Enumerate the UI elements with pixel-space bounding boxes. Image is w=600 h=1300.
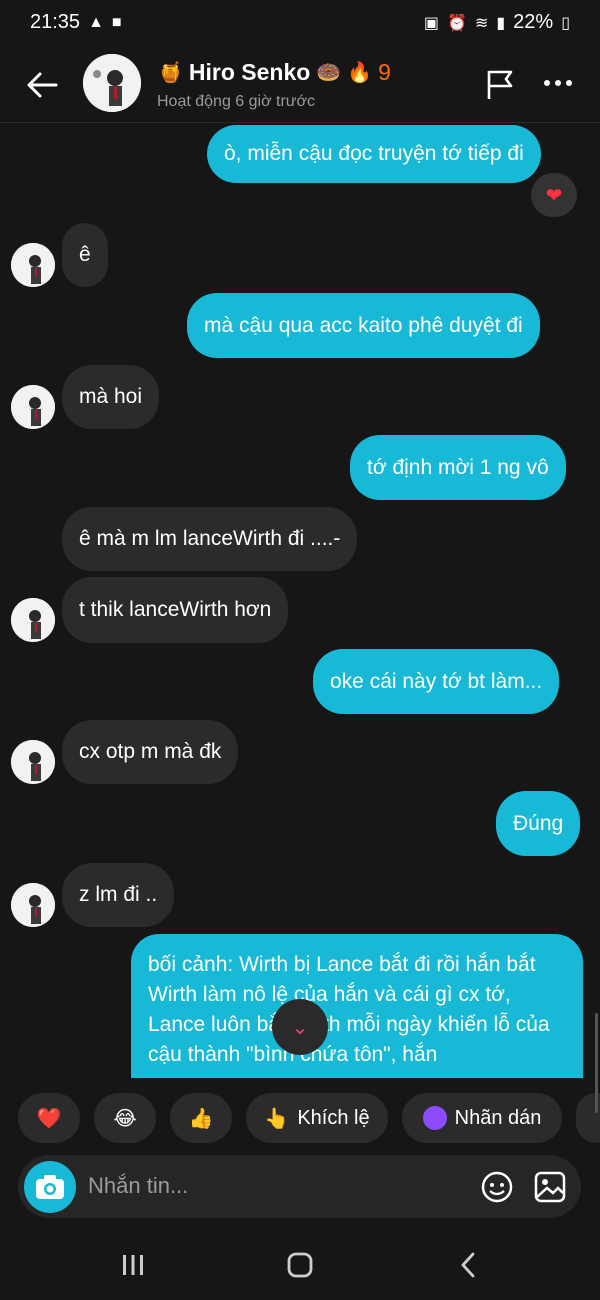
message-outgoing[interactable]: oke cái này tớ bt làm... [313, 649, 560, 714]
camera-button[interactable] [24, 1161, 76, 1213]
sticker-label: Nhãn dán [454, 1106, 542, 1129]
avatar[interactable] [11, 243, 55, 287]
message-outgoing[interactable]: Đúng [496, 791, 581, 856]
scroll-to-bottom-button[interactable]: ⌄ [272, 999, 328, 1055]
contact-avatar[interactable] [83, 54, 141, 112]
avatar[interactable] [11, 740, 55, 784]
message-outgoing[interactable]: tớ định mời 1 ng vô [350, 435, 566, 500]
thumbs-up-quick-reply[interactable]: 👍 [170, 1093, 232, 1143]
heart-quick-reply[interactable]: ❤️ [18, 1093, 80, 1143]
home-icon[interactable] [287, 1252, 313, 1278]
android-nav-bar [0, 1230, 600, 1300]
sticker-face-icon[interactable] [480, 1170, 514, 1204]
message-composer: Nhắn tin... [18, 1155, 581, 1218]
active-status: Hoạt động 6 giờ trước [157, 93, 315, 110]
streak-count: 9 [378, 59, 391, 85]
message-incoming[interactable]: ê mà m lm lanceWirth đi ....- [62, 507, 358, 571]
alarm-icon: ⏰ [447, 14, 467, 32]
sticker-icon [422, 1106, 447, 1130]
thumbs-up-emoji: 👍 [188, 1107, 214, 1130]
message-incoming[interactable]: mà hoi [62, 365, 160, 429]
sticker-button[interactable]: Nhãn dán [402, 1093, 562, 1143]
back-arrow-icon[interactable] [22, 65, 62, 105]
recent-apps-icon[interactable] [120, 1252, 146, 1278]
status-time: 21:35 [30, 11, 81, 33]
battery-percent: 22% [513, 11, 554, 33]
pointing-hand-emoji: 👆 [264, 1107, 290, 1130]
message-incoming[interactable]: ê [62, 223, 108, 287]
donut-emoji: 🍩 [316, 62, 342, 84]
laugh-emoji: 😂 [113, 1107, 137, 1130]
encourage-label: Khích lệ [297, 1106, 370, 1129]
message-incoming[interactable]: z lm đi .. [62, 863, 175, 927]
encourage-button[interactable]: 👆 Khích lệ [246, 1093, 388, 1143]
message-incoming[interactable]: cx otp m mà đk [62, 720, 239, 784]
battery-icon: ▯ [561, 14, 570, 32]
chat-header: 🍯 Hiro Senko 🍩 🔥 9 Hoạt động 6 giờ trước [0, 45, 600, 123]
contact-name-text: Hiro Senko [188, 59, 311, 85]
camera-icon [36, 1175, 64, 1199]
heart-emoji: ❤️ [36, 1107, 62, 1130]
signal-icon: ▮ [496, 14, 506, 32]
wifi-icon: ≋ [474, 14, 489, 32]
warning-icon: ▲ [88, 13, 104, 31]
video-icon: ■ [111, 13, 122, 31]
message-list[interactable]: ò, miễn cậu đọc truyện tớ tiếp đi ❤ ê mà… [0, 123, 600, 1078]
quick-reply-bar: ❤️ 😂 👍 👆 Khích lệ Nhãn dán [0, 1093, 600, 1145]
laugh-quick-reply[interactable]: 😂 [94, 1093, 156, 1143]
back-nav-icon[interactable] [456, 1252, 482, 1278]
message-input[interactable]: Nhắn tin... [88, 1173, 188, 1199]
honey-emoji: 🍯 [158, 62, 183, 84]
contact-name[interactable]: 🍯 Hiro Senko 🍩 🔥 9 [158, 59, 391, 86]
more-options-icon[interactable] [544, 80, 572, 86]
heart-reaction[interactable]: ❤ [531, 173, 577, 217]
fire-icon: 🔥 [347, 62, 373, 84]
scrollbar[interactable] [595, 1013, 598, 1113]
lock-icon: ▣ [423, 14, 440, 32]
message-outgoing[interactable]: mà cậu qua acc kaito phê duyệt đi [187, 293, 540, 358]
gallery-icon[interactable] [533, 1170, 567, 1204]
chevron-down-icon: ⌄ [291, 1016, 309, 1039]
avatar[interactable] [11, 598, 55, 642]
message-outgoing[interactable]: ò, miễn cậu đọc truyện tớ tiếp đi [207, 125, 541, 183]
status-bar: 21:35 ▲ ■ ▣ ⏰ ≋ ▮ 22% ▯ [0, 0, 600, 45]
avatar[interactable] [11, 385, 55, 429]
avatar[interactable] [11, 883, 55, 927]
flag-icon[interactable] [484, 67, 516, 101]
message-incoming[interactable]: t thik lanceWirth hơn [62, 577, 289, 643]
message-outgoing-long[interactable]: bối cảnh: Wirth bị Lance bắt đi rồi hắn … [131, 934, 583, 1078]
